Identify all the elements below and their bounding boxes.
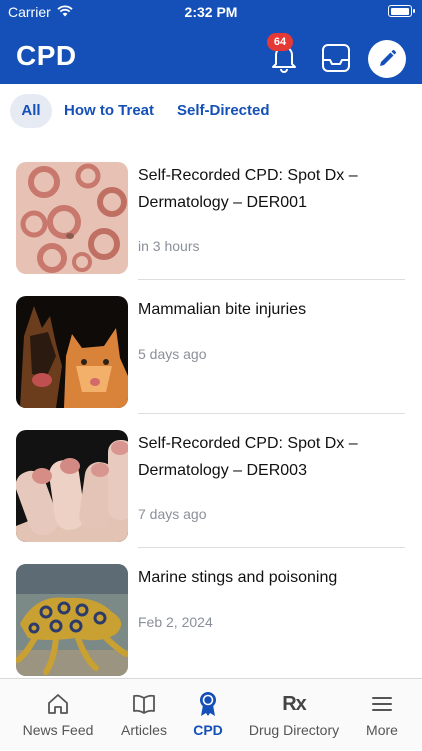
tab-bar: News Feed Articles CPD Rx Drug Directory [0,678,422,750]
octopus-image [16,564,128,676]
tab-label: News Feed [22,722,94,738]
tab-news-feed[interactable]: News Feed [18,679,98,751]
book-icon [133,694,155,714]
dog-and-cat-image [16,296,128,408]
tab-label: More [366,722,398,738]
cpd-list: Self-Recorded CPD: Spot Dx – Dermatology… [0,140,422,678]
battery-icon [388,5,415,17]
page-title: CPD [16,40,77,71]
item-title: Self-Recorded CPD: Spot Dx – Dermatology… [138,167,358,211]
tab-articles[interactable]: Articles [110,679,178,751]
fingers-image [16,430,128,542]
rx-icon: Rx [282,692,307,715]
compose-button[interactable] [368,40,406,78]
item-title: Self-Recorded CPD: Spot Dx – Dermatology… [138,435,358,479]
item-title: Mammalian bite injuries [138,301,307,318]
item-time: 5 days ago [138,346,207,362]
tab-more[interactable]: More [356,679,408,751]
item-time: 7 days ago [138,506,207,522]
tab-cpd[interactable]: CPD [186,679,230,751]
pencil-icon [380,50,396,66]
list-item[interactable]: Mammalian bite injuries 5 days ago [0,274,422,414]
skin-rash-image [16,162,128,274]
tab-label: Articles [121,722,167,738]
filter-self-directed[interactable]: Self-Directed [177,94,270,128]
filter-chips: All How to Treat Self-Directed [0,84,422,140]
filter-all[interactable]: All [10,94,52,128]
item-time: in 3 hours [138,238,200,254]
notification-badge: 64 [267,33,293,51]
menu-icon [372,697,392,711]
tab-label: CPD [193,722,223,738]
status-time: 2:32 PM [184,4,238,20]
item-title: Marine stings and poisoning [138,569,338,586]
inbox-button[interactable] [318,40,354,76]
award-ribbon-icon [200,692,216,716]
inbox-icon [322,44,350,72]
list-item[interactable]: Marine stings and poisoning Feb 2, 2024 [0,542,422,676]
item-time: Feb 2, 2024 [138,614,213,630]
tab-label: Drug Directory [248,722,340,738]
filter-how-to-treat[interactable]: How to Treat [64,94,154,128]
app-header: Carrier 2:32 PM CPD 64 [0,0,422,84]
home-icon [48,694,68,714]
list-item[interactable]: Self-Recorded CPD: Spot Dx – Dermatology… [0,140,422,280]
list-item[interactable]: Self-Recorded CPD: Spot Dx – Dermatology… [0,408,422,548]
tab-drug-directory[interactable]: Rx Drug Directory [240,679,348,751]
status-bar: Carrier 2:32 PM [0,0,422,24]
